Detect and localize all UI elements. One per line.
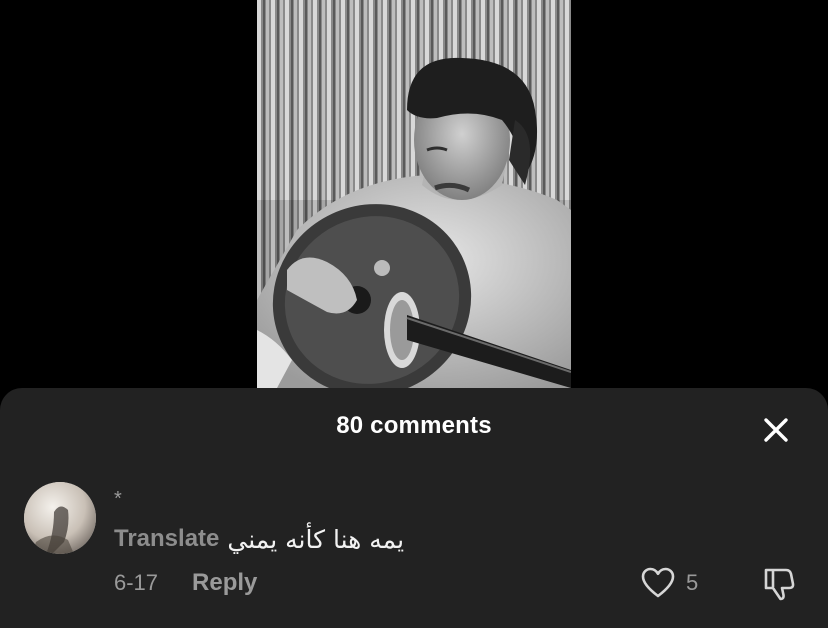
comment-date: 6-17	[114, 570, 159, 595]
like-count: 5	[686, 570, 699, 595]
thumbs-down-icon[interactable]	[760, 564, 798, 602]
comment-text: يمه هنا كأنه يمني	[227, 524, 405, 554]
close-icon[interactable]	[758, 412, 794, 448]
video-frame-photo	[257, 0, 571, 388]
comment-item: * Translate يمه هنا كأنه يمني 6-17 Reply…	[0, 478, 828, 628]
comments-count-title: 80 comments	[336, 412, 492, 439]
reply-button[interactable]: Reply	[192, 569, 257, 597]
comment-meta: 6-17 Reply	[114, 566, 257, 600]
video-area[interactable]	[0, 0, 828, 400]
comment-body: Translate يمه هنا كأنه يمني	[114, 522, 404, 556]
translate-link[interactable]: Translate	[114, 525, 219, 553]
heart-outline-icon	[641, 567, 675, 598]
avatar[interactable]	[24, 482, 96, 554]
comments-sheet: 80 comments * Translate يمه هنا كأنه يمن…	[0, 388, 828, 628]
comment-username[interactable]: *	[114, 488, 122, 511]
like-button[interactable]: 5	[640, 566, 698, 600]
